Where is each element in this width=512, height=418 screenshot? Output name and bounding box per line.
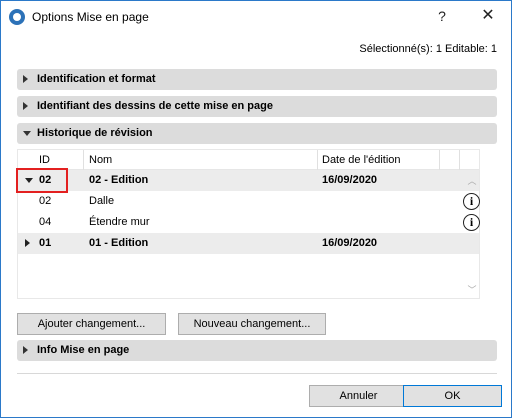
cell-date: 16/09/2020 [322, 237, 378, 249]
revision-table: ID Nom Date de l'édition 02 02 - Edition… [17, 149, 480, 299]
table-row-edition-01[interactable]: 01 01 - Edition 16/09/2020 [18, 233, 479, 254]
column-header-date[interactable]: Date de l'édition [322, 154, 401, 166]
section-revision-history[interactable]: Historique de révision [17, 123, 497, 144]
column-separator [317, 150, 318, 170]
cell-id: 02 [39, 195, 52, 207]
divider [17, 373, 497, 374]
expand-caret-icon[interactable] [25, 239, 30, 247]
section-drawing-ids[interactable]: Identifiant des dessins de cette mise en… [17, 96, 497, 117]
column-header-id[interactable]: ID [39, 154, 50, 166]
section-label: Info Mise en page [37, 344, 130, 356]
section-label: Identifiant des dessins de cette mise en… [37, 100, 273, 112]
expand-icon [23, 346, 28, 354]
app-icon [9, 9, 25, 25]
expand-icon [23, 102, 28, 110]
cell-name: 02 - Edition [89, 174, 149, 186]
column-separator [83, 150, 84, 170]
section-layout-info[interactable]: Info Mise en page [17, 340, 497, 361]
table-row-etendre-mur[interactable]: 04 Étendre mur i [18, 212, 480, 233]
cell-id: 04 [39, 216, 52, 228]
selection-info: Sélectionné(s): 1 Editable: 1 [359, 43, 497, 55]
cell-name: Étendre mur [89, 216, 150, 228]
column-separator [459, 150, 460, 170]
cell-date: 16/09/2020 [322, 174, 378, 186]
expand-icon [23, 75, 28, 83]
highlight-annotation [16, 168, 68, 193]
table-header: ID Nom Date de l'édition [18, 150, 479, 170]
column-separator [439, 150, 440, 170]
scroll-down-arrow-icon[interactable]: ﹀ [467, 286, 477, 295]
new-change-button[interactable]: Nouveau changement... [178, 313, 326, 335]
options-dialog: Options Mise en page ? ✕ Sélectionné(s):… [0, 0, 512, 418]
section-label: Historique de révision [37, 127, 153, 139]
close-button[interactable]: ✕ [473, 5, 503, 27]
title-bar: Options Mise en page ? ✕ [1, 1, 511, 32]
ok-button[interactable]: OK [403, 385, 502, 407]
collapse-icon [23, 131, 31, 136]
table-row-dalle[interactable]: 02 Dalle i [18, 191, 480, 212]
add-change-button[interactable]: Ajouter changement... [17, 313, 166, 335]
column-header-name[interactable]: Nom [89, 154, 112, 166]
window-title: Options Mise en page [32, 10, 149, 24]
cell-name: Dalle [89, 195, 115, 207]
help-button[interactable]: ? [427, 5, 457, 27]
cell-id: 01 [39, 237, 52, 249]
scroll-up-arrow-icon[interactable]: ︿ [467, 177, 477, 186]
info-icon[interactable]: i [463, 214, 480, 231]
cell-name: 01 - Edition [89, 237, 149, 249]
section-identification[interactable]: Identification et format [17, 69, 497, 90]
cancel-button[interactable]: Annuler [309, 385, 408, 407]
table-row-edition-02[interactable]: 02 02 - Edition 16/09/2020 [18, 170, 479, 191]
section-label: Identification et format [37, 73, 156, 85]
info-icon[interactable]: i [463, 193, 480, 210]
